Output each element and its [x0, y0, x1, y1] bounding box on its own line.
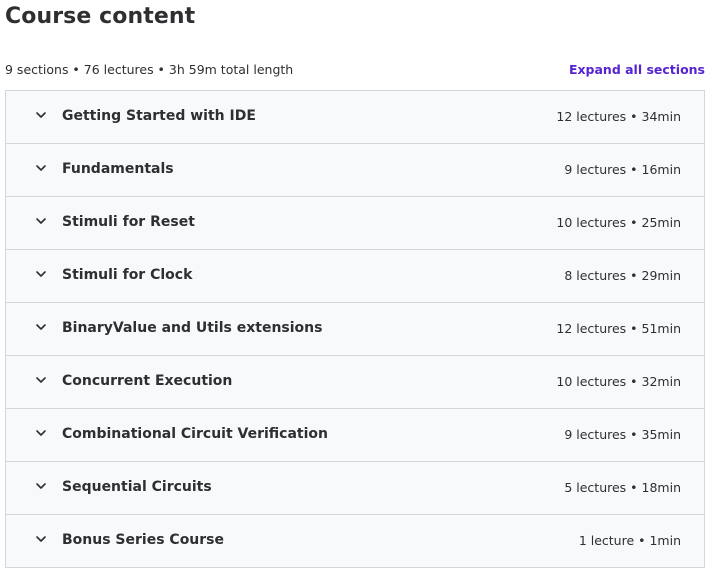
course-summary-text: 9 sections • 76 lectures • 3h 59m total …	[5, 62, 294, 77]
section-header-concurrent-execution[interactable]: Concurrent Execution 10 lectures • 32min	[6, 356, 704, 409]
section-meta: 9 lectures • 35min	[564, 427, 681, 442]
section-title: Sequential Circuits	[62, 479, 212, 495]
expand-all-sections-button[interactable]: Expand all sections	[569, 62, 705, 77]
section-header-bonus-series-course[interactable]: Bonus Series Course 1 lecture • 1min	[6, 515, 704, 567]
section-header-combinational-circuit-verification[interactable]: Combinational Circuit Verification 9 lec…	[6, 409, 704, 462]
sections-list: Getting Started with IDE 12 lectures • 3…	[5, 90, 705, 568]
section-meta: 5 lectures • 18min	[564, 480, 681, 495]
section-meta: 9 lectures • 16min	[564, 162, 681, 177]
section-header-getting-started-with-ide[interactable]: Getting Started with IDE 12 lectures • 3…	[6, 91, 704, 144]
section-title: Fundamentals	[62, 161, 174, 177]
section-title: Bonus Series Course	[62, 532, 225, 548]
chevron-down-icon	[36, 324, 46, 330]
section-meta: 8 lectures • 29min	[564, 268, 681, 283]
section-title: Stimuli for Reset	[62, 214, 195, 230]
chevron-down-icon	[36, 377, 46, 383]
section-title: Concurrent Execution	[62, 373, 233, 389]
section-header-stimuli-for-reset[interactable]: Stimuli for Reset 10 lectures • 25min	[6, 197, 704, 250]
chevron-down-icon	[36, 112, 46, 118]
section-meta: 10 lectures • 25min	[556, 215, 681, 230]
chevron-down-icon	[36, 430, 46, 436]
section-meta: 12 lectures • 51min	[556, 321, 681, 336]
section-meta: 10 lectures • 32min	[556, 374, 681, 389]
chevron-down-icon	[36, 536, 46, 542]
section-header-sequential-circuits[interactable]: Sequential Circuits 5 lectures • 18min	[6, 462, 704, 515]
section-meta: 12 lectures • 34min	[556, 109, 681, 124]
chevron-down-icon	[36, 165, 46, 171]
section-header-stimuli-for-clock[interactable]: Stimuli for Clock 8 lectures • 29min	[6, 250, 704, 303]
course-summary-row: 9 sections • 76 lectures • 3h 59m total …	[5, 60, 705, 80]
section-title: Getting Started with IDE	[62, 108, 256, 124]
section-title: Combinational Circuit Verification	[62, 426, 328, 442]
section-title: BinaryValue and Utils extensions	[62, 320, 323, 336]
chevron-down-icon	[36, 218, 46, 224]
section-meta: 1 lecture • 1min	[578, 533, 681, 548]
section-header-binaryvalue-and-utils-extensions[interactable]: BinaryValue and Utils extensions 12 lect…	[6, 303, 704, 356]
section-header-fundamentals[interactable]: Fundamentals 9 lectures • 16min	[6, 144, 704, 197]
page-title: Course content	[5, 4, 196, 29]
section-title: Stimuli for Clock	[62, 267, 193, 283]
chevron-down-icon	[36, 483, 46, 489]
chevron-down-icon	[36, 271, 46, 277]
